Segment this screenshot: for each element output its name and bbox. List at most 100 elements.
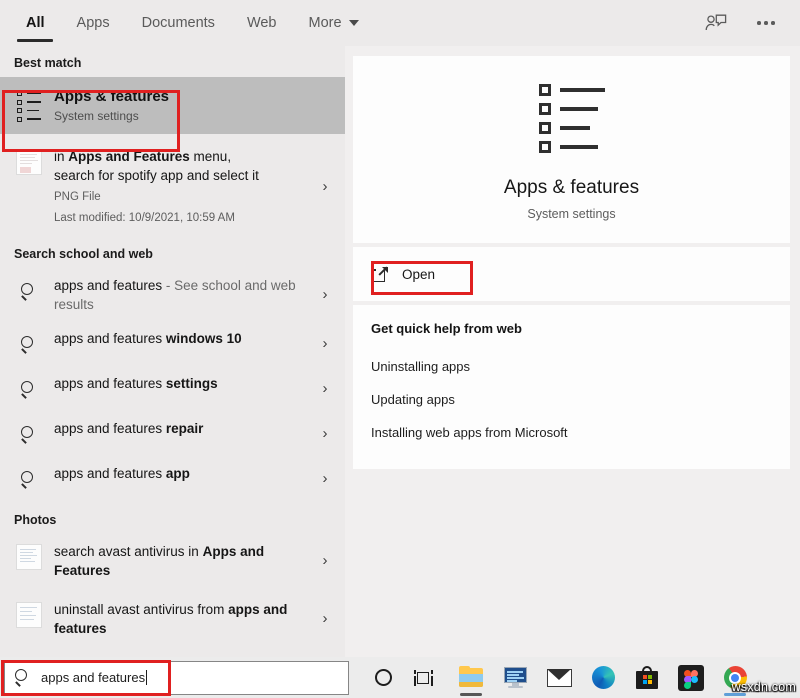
search-icon [15,669,32,686]
edge-glyph [592,666,615,689]
result-web-3-text: apps and features [54,421,166,436]
section-heading-photos: Photos [0,501,345,534]
open-button[interactable]: Open [371,259,774,289]
result-web-0-text: apps and features [54,278,162,293]
chevron-right-icon[interactable]: › [315,471,335,486]
figma-glyph [678,665,704,691]
file-explorer-icon[interactable] [449,657,493,698]
quick-help-link-1[interactable]: Updating apps [371,383,772,416]
search-content: Best match Apps & features System settin… [0,46,800,657]
chevron-right-icon[interactable]: › [315,287,335,302]
png-title-prefix: in [54,149,68,164]
taskbar: apps and features [0,657,800,698]
tab-web-label: Web [247,15,277,31]
chevron-right-icon[interactable]: › [315,611,335,626]
chevron-right-icon[interactable]: › [315,381,335,396]
more-options-icon[interactable] [746,4,786,42]
watermark: wsxdn.com [732,680,796,694]
tab-all-label: All [26,15,45,31]
cortana-circle-glyph [375,669,392,686]
envelope-glyph [547,669,572,687]
result-web-1[interactable]: apps and features windows 10 › [0,321,345,366]
tab-more[interactable]: More [293,0,375,46]
search-tabbar: All Apps Documents Web More [0,0,800,46]
tab-documents[interactable]: Documents [126,0,231,46]
section-heading-best-match: Best match [0,46,345,77]
png-file-modified: Last modified: 10/9/2021, 10:59 AM [54,210,315,227]
result-web-1-bold: windows 10 [166,331,242,346]
result-photo-1-text: uninstall avast antivirus from [54,602,228,617]
tab-documents-label: Documents [142,15,215,31]
feedback-icon[interactable] [696,4,736,42]
quick-help-card: Get quick help from web Uninstalling app… [353,305,790,469]
document-thumbnail [14,147,44,177]
tabbar-actions [696,0,800,46]
search-input-value: apps and features [41,670,147,685]
remote-desktop-icon[interactable] [493,657,537,698]
folder-glyph [459,668,483,687]
png-title-line2: search for spotify app and select it [54,168,259,183]
mail-icon[interactable] [537,657,581,698]
result-photo-0[interactable]: search avast antivirus in Apps and Featu… [0,534,345,587]
result-photo-1-title: uninstall avast antivirus from apps and … [54,600,315,638]
quick-help-link-2[interactable]: Installing web apps from Microsoft [371,416,772,449]
photo-thumbnail [14,600,44,630]
figma-icon[interactable] [669,657,713,698]
open-button-label: Open [402,267,435,282]
result-web-3[interactable]: apps and features repair › [0,411,345,456]
tab-more-label: More [309,15,342,31]
taskbar-search-input[interactable]: apps and features [4,661,349,695]
tab-apps[interactable]: Apps [61,0,126,46]
task-view-glyph [417,670,437,686]
preview-title: Apps & features [373,175,770,201]
best-match-subtitle: System settings [54,108,335,125]
result-photo-1[interactable]: uninstall avast antivirus from apps and … [0,587,345,645]
cortana-icon[interactable] [361,657,405,698]
preview-header-card: Apps & features System settings [353,56,790,243]
result-web-2[interactable]: apps and features settings › [0,366,345,411]
photo-thumbnail [14,542,44,572]
png-file-title: in Apps and Features menu, search for sp… [54,147,315,185]
result-web-3-bold: repair [166,421,204,436]
result-web-0[interactable]: apps and features - See school and web r… [0,268,345,321]
results-list: Best match Apps & features System settin… [0,46,345,657]
search-icon [14,419,44,449]
chevron-right-icon[interactable]: › [315,336,335,351]
chevron-right-icon[interactable]: › [315,553,335,568]
result-web-2-bold: settings [166,376,218,391]
result-photo-0-text: search avast antivirus in [54,544,203,559]
quick-help-heading: Get quick help from web [371,321,772,336]
tab-web[interactable]: Web [231,0,293,46]
search-icon [14,276,44,306]
best-match-title: Apps & features [54,87,335,107]
microsoft-store-icon[interactable] [625,657,669,698]
result-web-4[interactable]: apps and features app › [0,456,345,501]
preview-actions-card: Open [353,247,790,301]
result-web-3-title: apps and features repair [54,419,315,438]
result-best-match-apps-and-features[interactable]: Apps & features System settings [0,77,345,134]
task-view-icon[interactable] [405,657,449,698]
text-cursor [146,670,147,685]
tab-list: All Apps Documents Web More [0,0,375,46]
photo-thumbnail-image [16,602,42,628]
chevron-right-icon[interactable]: › [315,179,335,194]
chevron-right-icon[interactable]: › [315,426,335,441]
png-file-type: PNG File [54,189,315,206]
result-web-1-text: apps and features [54,331,166,346]
document-thumbnail-image [16,149,42,175]
quick-help-link-0[interactable]: Uninstalling apps [371,350,772,383]
tab-active-underline [17,39,53,42]
png-title-bold: Apps and Features [68,149,190,164]
search-icon [14,329,44,359]
list-settings-icon [14,87,44,117]
microsoft-edge-icon[interactable] [581,657,625,698]
tab-all[interactable]: All [10,0,61,46]
search-input-text: apps and features [41,670,145,685]
open-external-icon [371,267,388,282]
running-indicator [460,693,482,696]
result-png-file[interactable]: in Apps and Features menu, search for sp… [0,134,345,237]
chevron-down-icon [349,20,359,26]
list-settings-icon [373,84,770,153]
result-web-1-title: apps and features windows 10 [54,329,315,348]
section-heading-search-school-and-web: Search school and web [0,237,345,268]
